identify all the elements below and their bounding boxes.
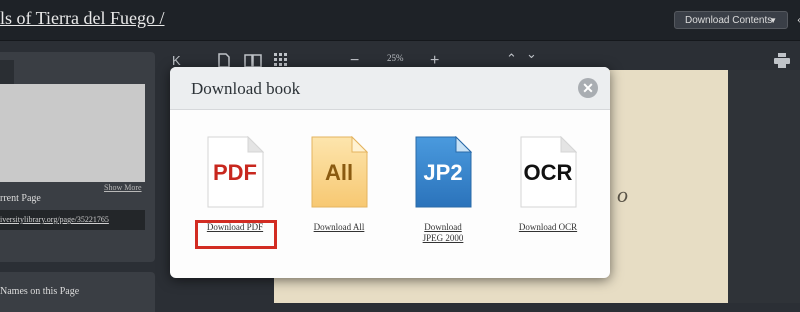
ocr-file-icon[interactable]: OCR — [520, 136, 577, 208]
pdf-file-icon[interactable]: PDF — [207, 136, 264, 208]
download-jpeg-2000-line1: Download — [424, 222, 462, 232]
current-page-url[interactable]: iversitylibrary.org/page/35221765 — [0, 210, 145, 230]
top-bar: ls of Tierra del Fuego / Download Conten… — [0, 0, 800, 41]
download-jp2-option[interactable]: JP2 Download JPEG 2000 — [398, 136, 488, 244]
modal-header: Download book ✕ — [170, 67, 610, 110]
all-file-icon[interactable]: All — [311, 136, 368, 208]
download-pdf-option[interactable]: PDF Download PDF — [190, 136, 280, 233]
page-margin-dark — [728, 70, 800, 303]
zoom-level: 25% — [387, 53, 404, 63]
jp2-icon-text: JP2 — [423, 160, 463, 185]
previous-page-icon[interactable]: ⌃ — [506, 50, 517, 68]
page-thumbnail — [0, 84, 145, 182]
jp2-file-icon[interactable]: JP2 — [415, 136, 472, 208]
download-jpeg-2000-link[interactable]: Download JPEG 2000 — [398, 222, 488, 244]
close-icon[interactable]: ✕ — [578, 78, 598, 98]
download-contents-label: Download Contents — [685, 15, 773, 26]
modal-title: Download book — [191, 79, 301, 98]
names-on-page-label: Names on this Page — [0, 286, 80, 297]
download-ocr-link[interactable]: Download OCR — [503, 222, 593, 233]
current-page-label: rrent Page — [0, 193, 41, 204]
download-book-modal: Download book ✕ PDF Download PDF All Dow… — [170, 67, 610, 278]
download-jpeg-2000-line2: JPEG 2000 — [422, 233, 464, 243]
show-more-link[interactable]: Show More — [104, 183, 142, 192]
chevron-down-icon: ▼ — [769, 16, 777, 25]
download-contents-dropdown[interactable]: Download Contents ▼ — [674, 11, 788, 29]
download-ocr-option[interactable]: OCR Download OCR — [503, 136, 593, 233]
print-icon[interactable] — [774, 53, 790, 73]
download-all-option[interactable]: All Download All — [294, 136, 384, 233]
pdf-highlight-box — [195, 220, 277, 249]
all-icon-text: All — [324, 160, 354, 185]
page-scribble: o — [617, 182, 628, 207]
book-title-link[interactable]: ls of Tierra del Fuego / — [0, 8, 165, 29]
next-page-icon[interactable]: ⌄ — [526, 45, 537, 63]
sidebar-tab-button[interactable] — [0, 60, 14, 86]
pdf-icon-text: PDF — [213, 160, 257, 185]
download-all-link[interactable]: Download All — [294, 222, 384, 233]
ocr-icon-text: OCR — [523, 160, 573, 185]
